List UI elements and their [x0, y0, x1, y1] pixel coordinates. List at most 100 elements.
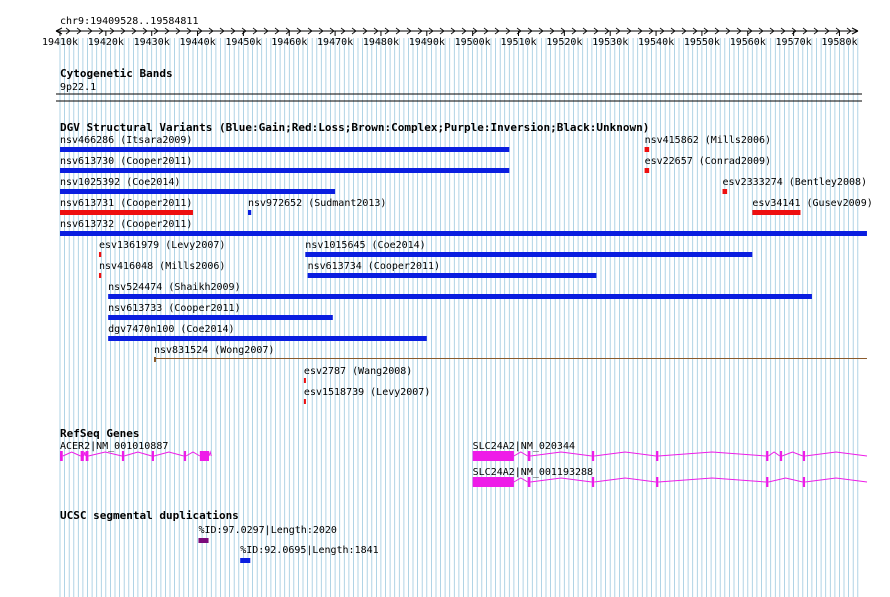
- dgv-feature-label: esv1361979 (Levy2007): [99, 240, 225, 251]
- dgv-feature-label: esv34141 (Gusev2009): [752, 198, 872, 209]
- dgv-feature-bar: [60, 147, 510, 152]
- ruler-tick-label: 19500k: [455, 37, 491, 48]
- gene-exon: [60, 451, 63, 461]
- dgv-feature[interactable]: nsv613734 (Cooper2011): [307, 261, 597, 278]
- dgv-feature-bar: [108, 294, 812, 299]
- dgv-feature[interactable]: nsv613733 (Cooper2011): [108, 303, 333, 320]
- segdup-feature-bar: [198, 538, 209, 543]
- gene-exon: [802, 477, 806, 487]
- ruler-tick-label: 19440k: [179, 37, 215, 48]
- gene-exon: [591, 477, 595, 487]
- dgv-feature-label: esv22657 (Conrad2009): [645, 156, 771, 167]
- ruler-tick-label: 19420k: [88, 37, 124, 48]
- track-title-segdups: UCSC segmental duplications: [60, 509, 239, 522]
- dgv-feature-bar: [247, 210, 252, 215]
- gene-exon: [766, 477, 769, 487]
- dgv-feature-bar: [644, 168, 650, 173]
- genome-browser-panel: chr9:19409528..19584811 19410k 19420k 1943…: [42, 16, 873, 597]
- ruler-tick-label: 19430k: [134, 37, 170, 48]
- gene-exon: [199, 451, 210, 461]
- dgv-feature-bar: [60, 189, 336, 194]
- ruler-tick-label: 19470k: [317, 37, 353, 48]
- dgv-feature-bar: [98, 252, 102, 257]
- gene-exon: [151, 451, 154, 461]
- gene-exon: [591, 451, 595, 461]
- dgv-feature-bar: [108, 315, 333, 320]
- dgv-feature-list: nsv466286 (Itsara2009) nsv415862 (Mills20…: [60, 135, 873, 404]
- segdup-feature-bar: [240, 558, 251, 563]
- ruler-tick-label: 19560k: [730, 37, 766, 48]
- dgv-feature-bar: [303, 399, 306, 404]
- gene-intron-line: [513, 451, 868, 457]
- dgv-feature[interactable]: nsv831524 (Wong2007): [153, 345, 867, 362]
- dgv-feature-bar: [644, 147, 650, 152]
- ruler-tick-label: 19460k: [271, 37, 307, 48]
- gene-exon: [183, 451, 187, 461]
- dgv-feature-label: nsv613733 (Cooper2011): [108, 303, 240, 314]
- track-title-dgv: DGV Structural Variants (Blue:Gain;Red:L…: [60, 121, 649, 134]
- gene-exon: [472, 477, 514, 487]
- dgv-feature-bar: [722, 189, 728, 194]
- dgv-feature[interactable]: nsv972652 (Sudmant2013): [247, 198, 386, 215]
- dgv-feature-label: nsv972652 (Sudmant2013): [248, 198, 386, 209]
- dgv-feature-bar: [153, 357, 156, 362]
- dgv-feature[interactable]: esv34141 (Gusev2009): [752, 198, 873, 215]
- ruler-tick-label: 19550k: [684, 37, 720, 48]
- gene-exon: [85, 451, 89, 461]
- gene-exon: [802, 451, 806, 461]
- dgv-feature[interactable]: dgv7470n100 (Coe2014): [108, 324, 427, 341]
- gene-exon: [80, 451, 84, 461]
- dgv-feature-label: esv2333274 (Bentley2008): [723, 177, 868, 188]
- dgv-feature-label: nsv415862 (Mills2006): [645, 135, 771, 146]
- ruler-tick-label: 19450k: [225, 37, 261, 48]
- ruler-tick-label: 19520k: [546, 37, 582, 48]
- ruler-tick-label: 19570k: [776, 37, 812, 48]
- gene-exon: [656, 477, 659, 487]
- ruler-tick-label: 19530k: [592, 37, 628, 48]
- dgv-feature-label: nsv1025392 (Coe2014): [60, 177, 180, 188]
- dgv-feature-label: nsv613731 (Cooper2011): [60, 198, 192, 209]
- dgv-feature-label: nsv524474 (Shaikh2009): [108, 282, 240, 293]
- dgv-feature-bar: [303, 378, 306, 383]
- cytoband-label[interactable]: 9p22.1: [60, 82, 96, 93]
- dgv-feature-label: esv2787 (Wang2008): [304, 366, 412, 377]
- dgv-feature-label: nsv416048 (Mills2006): [99, 261, 225, 272]
- dgv-feature-label: dgv7470n100 (Coe2014): [108, 324, 234, 335]
- refseq-gene-label: ACER2|NM_001010887: [60, 441, 168, 452]
- gene-exon: [527, 477, 531, 487]
- dgv-feature[interactable]: esv2333274 (Bentley2008): [722, 177, 868, 194]
- gene-exon: [766, 451, 769, 461]
- ruler-tick-label: 19480k: [363, 37, 399, 48]
- dgv-feature-bar: [752, 210, 801, 215]
- dgv-feature-label: nsv1015645 (Coe2014): [305, 240, 425, 251]
- dgv-feature-bar: [153, 358, 867, 359]
- gene-intron-line: [513, 477, 868, 483]
- dgv-feature-bar: [307, 273, 597, 278]
- gene-exon: [472, 451, 514, 461]
- dgv-feature-bar: [108, 336, 427, 341]
- track-dgv-structural-variants: DGV Structural Variants (Blue:Gain;Red:L…: [60, 121, 873, 404]
- segdup-feature[interactable]: %ID:97.0297|Length:2020: [198, 525, 337, 543]
- dgv-feature-bar: [60, 231, 867, 236]
- dgv-feature-bar: [305, 252, 753, 257]
- gene-exon: [779, 451, 783, 461]
- track-title-cytobands: Cytogenetic Bands: [60, 67, 173, 80]
- dgv-feature-label: nsv831524 (Wong2007): [154, 345, 274, 356]
- dgv-feature-label: nsv613732 (Cooper2011): [60, 219, 192, 230]
- segdup-feature-label: %ID:92.0695|Length:1841: [240, 545, 378, 556]
- ruler-tick-label: 19510k: [500, 37, 536, 48]
- segdup-feature-label: %ID:97.0297|Length:2020: [198, 525, 336, 536]
- gene-exon: [656, 451, 659, 461]
- gene-intron-line: [62, 450, 212, 457]
- dgv-feature[interactable]: nsv613731 (Cooper2011): [60, 198, 193, 215]
- refseq-gene-label: SLC24A2|NM_001193288: [473, 467, 593, 478]
- dgv-feature[interactable]: nsv1015645 (Coe2014): [305, 240, 753, 257]
- dgv-feature-bar: [98, 273, 102, 278]
- ruler-tick-label: 19410k: [42, 37, 78, 48]
- ruler-location-label: chr9:19409528..19584811: [60, 16, 198, 27]
- ruler-tick-label: 19580k: [821, 37, 857, 48]
- dgv-feature-label: nsv613734 (Cooper2011): [308, 261, 440, 272]
- track-title-refseq: RefSeq Genes: [60, 427, 139, 440]
- dgv-feature-bar: [60, 210, 193, 215]
- dgv-feature-label: nsv466286 (Itsara2009): [60, 135, 192, 146]
